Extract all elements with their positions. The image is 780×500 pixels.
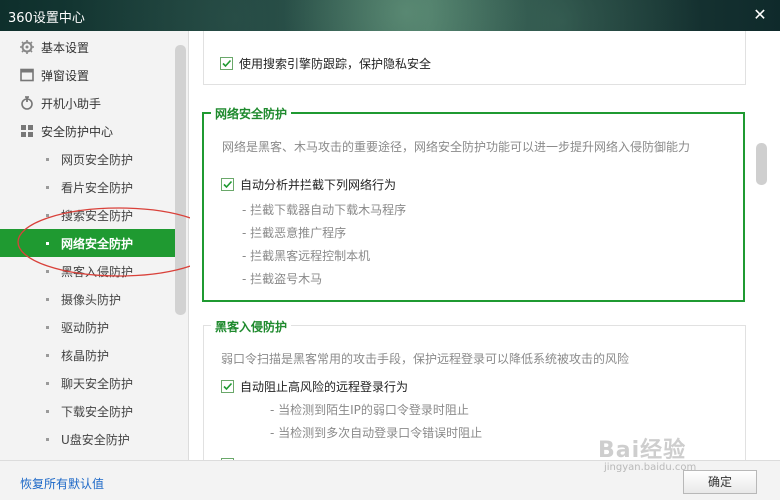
- sidebar-scrollbar[interactable]: [175, 45, 186, 315]
- section-description: 弱口令扫描是黑客常用的攻击手段，保护远程登录可以降低系统被攻击的风险: [221, 352, 630, 366]
- sidebar-item-hacker-protection[interactable]: 黑客入侵防护: [0, 257, 188, 285]
- sidebar-item-search-protection[interactable]: 搜索安全防护: [0, 201, 188, 229]
- close-icon[interactable]: ✕: [750, 5, 770, 25]
- sidebar-item-driver-protection[interactable]: 驱动防护: [0, 313, 188, 341]
- sidebar-group-label: 开机小助手: [41, 96, 102, 111]
- bullet-icon: [46, 438, 49, 441]
- sidebar-item-chat-protection[interactable]: 聊天安全防护: [0, 369, 188, 397]
- sidebar-item-label: 搜索安全防护: [61, 208, 134, 223]
- sidebar-item-label: 摄像头防护: [61, 292, 122, 307]
- sidebar-item-video-protection[interactable]: 看片安全防护: [0, 173, 188, 201]
- bottom-bar: 恢复所有默认值 确定: [0, 460, 780, 500]
- network-rule-item: - 拦截盗号木马: [242, 272, 323, 286]
- bullet-icon: [46, 410, 49, 413]
- bullet-icon: [46, 242, 49, 245]
- section-description: 网络是黑客、木马攻击的重要途径，网络安全防护功能可以进一步提升网络入侵防御能力: [222, 140, 691, 154]
- sidebar-item-label: 网络安全防护: [61, 236, 134, 251]
- restore-defaults-link[interactable]: 恢复所有默认值: [20, 475, 104, 492]
- network-auto-intercept-option[interactable]: 自动分析并拦截下列网络行为: [221, 176, 396, 193]
- sidebar-item-startup-assistant[interactable]: 开机小助手: [0, 89, 188, 117]
- sidebar-item-security-center[interactable]: 安全防护中心: [0, 117, 188, 145]
- main-panel: 使用搜索引擎防跟踪，保护隐私安全 网络安全防护 网络是黑客、木马攻击的重要途径，…: [190, 31, 780, 460]
- checkbox-label: 自动阻止高风险的远程登录行为: [240, 380, 409, 394]
- gear-icon: [20, 40, 34, 54]
- sidebar-item-label: 看片安全防护: [61, 180, 134, 195]
- bullet-icon: [46, 326, 49, 329]
- hacker-rule-item: - 当检测到陌生IP的弱口令登录时阻止: [270, 403, 469, 417]
- network-protection-section: 网络安全防护 网络是黑客、木马攻击的重要途径，网络安全防护功能可以进一步提升网络…: [202, 105, 745, 302]
- sidebar-group-label: 弹窗设置: [41, 68, 90, 83]
- checkbox-checked-icon[interactable]: [221, 178, 234, 191]
- sidebar-item-label: 驱动防护: [61, 320, 110, 335]
- sidebar-item-usb-protection[interactable]: U盘安全防护: [0, 425, 188, 453]
- ok-button[interactable]: 确定: [683, 470, 757, 494]
- checkbox-checked-icon[interactable]: [220, 57, 233, 70]
- sidebar-item-camera-protection[interactable]: 摄像头防护: [0, 285, 188, 313]
- bullet-icon: [46, 158, 49, 161]
- section-title: 网络安全防护: [211, 105, 292, 122]
- sidebar-item-network-protection[interactable]: 网络安全防护: [0, 229, 175, 257]
- sidebar-item-web-protection[interactable]: 网页安全防护: [0, 145, 188, 173]
- sidebar-item-download-protection[interactable]: 下载安全防护: [0, 397, 188, 425]
- section-title: 黑客入侵防护: [211, 318, 292, 335]
- main-scrollbar[interactable]: [756, 143, 767, 185]
- hacker-block-remote-login-option[interactable]: 自动阻止高风险的远程登录行为: [221, 378, 408, 395]
- checkbox-checked-icon[interactable]: [221, 380, 234, 393]
- checkbox-label: 自动分析并拦截下列网络行为: [240, 178, 397, 192]
- sidebar: 基本设置 弹窗设置 开机小助手 安全防护中心 网页安全防护 看片安全防护 搜索安…: [0, 31, 189, 460]
- sidebar-item-crystal-protection[interactable]: 核晶防护: [0, 341, 188, 369]
- sidebar-item-label: U盘安全防护: [61, 432, 130, 447]
- window-icon: [20, 68, 34, 82]
- network-rule-item: - 拦截黑客远程控制本机: [242, 249, 371, 263]
- sidebar-item-label: 黑客入侵防护: [61, 264, 134, 279]
- sidebar-group-label: 基本设置: [41, 40, 90, 55]
- network-rule-item: - 拦截下载器自动下载木马程序: [242, 203, 407, 217]
- sidebar-item-label: 下载安全防护: [61, 404, 134, 419]
- hacker-protection-section: 黑客入侵防护 弱口令扫描是黑客常用的攻击手段，保护远程登录可以降低系统被攻击的风…: [203, 318, 746, 460]
- bullet-icon: [46, 354, 49, 357]
- bullet-icon: [46, 186, 49, 189]
- power-icon: [20, 96, 34, 110]
- bullet-icon: [46, 214, 49, 217]
- sidebar-group-label: 安全防护中心: [41, 124, 114, 139]
- grid-icon: [20, 124, 34, 138]
- sidebar-item-basic-settings[interactable]: 基本设置: [0, 33, 188, 61]
- bullet-icon: [46, 270, 49, 273]
- bullet-icon: [46, 298, 49, 301]
- sidebar-item-label: 聊天安全防护: [61, 376, 134, 391]
- search-tracking-option[interactable]: 使用搜索引擎防跟踪，保护隐私安全: [220, 55, 431, 72]
- title-bar: 360设置中心 ✕: [0, 0, 780, 31]
- sidebar-item-popup-settings[interactable]: 弹窗设置: [0, 61, 188, 89]
- window-title: 360设置中心: [8, 11, 85, 26]
- sidebar-item-label: 核晶防护: [61, 348, 110, 363]
- search-tracking-label: 使用搜索引擎防跟踪，保护隐私安全: [239, 57, 432, 71]
- sidebar-item-label: 网页安全防护: [61, 152, 134, 167]
- hacker-rule-item: - 当检测到多次自动登录口令错误时阻止: [270, 426, 483, 440]
- network-rule-item: - 拦截恶意推广程序: [242, 226, 347, 240]
- bullet-icon: [46, 382, 49, 385]
